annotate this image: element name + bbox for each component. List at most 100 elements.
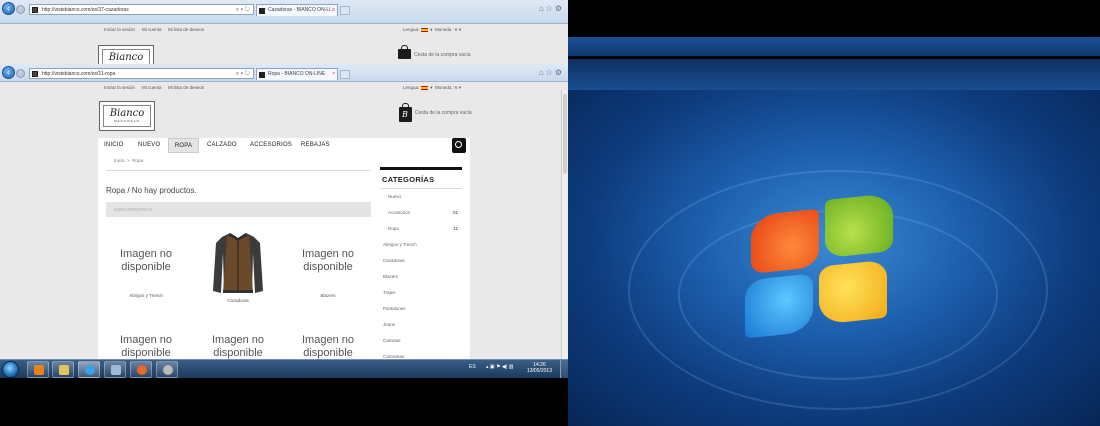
back-cart-label[interactable]: Cesta de la compra vacía bbox=[414, 52, 471, 58]
start-button[interactable] bbox=[2, 361, 19, 378]
menu-accesorios[interactable]: ACCESORIOS bbox=[250, 138, 292, 153]
login-link-front[interactable]: Iniciar la sesión bbox=[104, 85, 135, 90]
sidebar-item-trajes[interactable]: Trajes bbox=[380, 285, 462, 301]
forward-button[interactable]: › bbox=[16, 5, 25, 14]
screen: ‹ › http://vistebianco.com/es/37-cazador… bbox=[0, 0, 1100, 426]
logo-red-pane bbox=[751, 208, 819, 274]
product-card[interactable]: Cazadoras bbox=[198, 229, 278, 303]
logo-brand: Bianco bbox=[109, 108, 145, 119]
sidebar-item-label: Abrigos y Trench bbox=[383, 242, 417, 247]
image-placeholder: Imagen no disponible bbox=[120, 334, 172, 359]
taskbar-ie[interactable] bbox=[78, 361, 100, 378]
breadcrumb-home[interactable]: Inicio bbox=[114, 158, 125, 163]
sidebar-item-cazadoras[interactable]: Cazadoras bbox=[380, 253, 462, 269]
account-link-front[interactable]: Mi cuenta bbox=[142, 85, 162, 90]
folder-icon bbox=[59, 365, 69, 375]
main-menu: INICIO NUEVO ROPA CALZADO ACCESORIOS REB… bbox=[98, 138, 470, 153]
tab-favicon-icon bbox=[259, 8, 265, 14]
taskbar-firefox[interactable] bbox=[130, 361, 152, 378]
tray-icons[interactable]: ▴ ▣ ⚑ ◀) ▥ bbox=[486, 364, 514, 370]
window-strip bbox=[568, 59, 1100, 90]
browser-window-back-page: Iniciar la sesión Mi cuenta Mi lista de … bbox=[0, 24, 568, 64]
taskbar-chrome[interactable] bbox=[156, 361, 178, 378]
language-selector-front[interactable]: Lengua: ▾ Moneda : € ▾ bbox=[403, 85, 461, 91]
address-bar-front[interactable]: http://vistebianco.com/es/11-ropa ⌕ ▾ ↻ bbox=[29, 68, 254, 79]
wishlist-link-front[interactable]: Mi lista de deseos bbox=[168, 85, 204, 90]
home-star-gear-icons[interactable]: ⌂☆⚙ bbox=[539, 4, 564, 13]
search-icon[interactable] bbox=[452, 138, 466, 153]
clock-date: 13/05/2013 bbox=[526, 368, 552, 374]
sidebar-item-label: Pantalones bbox=[383, 306, 406, 311]
page-scrollbar[interactable] bbox=[561, 90, 568, 359]
sidebar-item-label: Accesorios bbox=[388, 210, 411, 215]
product-card[interactable]: Imagen no disponible Blazers bbox=[288, 248, 368, 298]
new-tab-button-front[interactable] bbox=[340, 70, 350, 79]
jacket-image[interactable] bbox=[208, 229, 268, 297]
logo-subtitle: MENSWEAR bbox=[114, 119, 140, 123]
currency-label-front[interactable]: Moneda : € bbox=[435, 85, 458, 90]
sidebar-item-ropa[interactable]: Ropa 11 bbox=[380, 221, 462, 237]
product-name[interactable]: Cazadoras bbox=[198, 298, 278, 303]
search-refresh-icon[interactable]: ⌕ ▾ ↻ bbox=[236, 5, 250, 14]
currency-label[interactable]: Moneda : € bbox=[435, 27, 458, 32]
taskbar-explorer[interactable] bbox=[52, 361, 74, 378]
sidebar-item-nuevo[interactable]: Nuevo bbox=[380, 189, 462, 205]
cart-label[interactable]: Cesta de la compra vacía bbox=[415, 110, 472, 116]
language-indicator[interactable]: ES bbox=[469, 364, 476, 370]
sidebar-item-camisas[interactable]: Camisas bbox=[380, 333, 462, 349]
search-refresh-icon-front[interactable]: ⌕ ▾ ↻ bbox=[236, 69, 250, 78]
login-link[interactable]: Iniciar la sesión bbox=[104, 27, 135, 32]
wishlist-link[interactable]: Mi lista de deseos bbox=[168, 27, 204, 32]
tab-ropa[interactable]: Ropa - BIANCO ON-LINE × bbox=[256, 68, 338, 80]
tab-cazadoras[interactable]: Cazadoras - BIANCO ON-LI... × bbox=[256, 4, 338, 16]
sidebar-item-label: Blazers bbox=[383, 274, 399, 279]
forward-button-front[interactable]: › bbox=[16, 69, 25, 78]
sidebar-item-jeans[interactable]: Jeans bbox=[380, 317, 462, 333]
back-button[interactable]: ‹ bbox=[2, 2, 15, 15]
product-card[interactable]: Imagen no disponible bbox=[106, 334, 186, 360]
address-bar[interactable]: http://vistebianco.com/es/37-cazadoras ⌕… bbox=[29, 4, 254, 15]
desktop-wallpaper bbox=[568, 90, 1100, 426]
sidebar-item-accesorios[interactable]: Accesorios 01 bbox=[380, 205, 462, 221]
tab-close-icon-front[interactable]: × bbox=[332, 69, 335, 80]
account-link[interactable]: Mi cuenta bbox=[142, 27, 162, 32]
logo-green-pane bbox=[825, 192, 893, 259]
sidebar-item-label: Nuevo bbox=[388, 194, 402, 199]
clock[interactable]: 14:26 13/05/2013 bbox=[527, 362, 552, 374]
site-logo[interactable]: Bianco MENSWEAR bbox=[99, 101, 155, 131]
menu-ropa[interactable]: ROPA bbox=[168, 138, 199, 153]
menu-calzado[interactable]: CALZADO bbox=[207, 138, 237, 153]
right-monitor bbox=[568, 0, 1100, 426]
tab-favicon-icon-front bbox=[259, 72, 265, 78]
back-cart-bag-icon[interactable] bbox=[398, 45, 411, 59]
menu-rebajas[interactable]: REBAJAS bbox=[301, 138, 330, 153]
sidebar-item-label: Ropa bbox=[388, 226, 399, 231]
sidebar-item-pantalones[interactable]: Pantalones bbox=[380, 301, 462, 317]
menu-inicio[interactable]: INICIO bbox=[104, 138, 124, 153]
sidebar-item-abrigos[interactable]: Abrigos y Trench bbox=[380, 237, 462, 253]
sidebar-item-blazers[interactable]: Blazers bbox=[380, 269, 462, 285]
language-selector[interactable]: Lengua: ▾ Moneda : € ▾ bbox=[403, 27, 461, 33]
taskbar-window[interactable] bbox=[104, 361, 126, 378]
page-title: Ropa / No hay productos. bbox=[106, 186, 197, 195]
product-name[interactable]: Abrigos y Trench bbox=[106, 293, 186, 298]
new-tab-button[interactable] bbox=[340, 6, 350, 15]
home-star-gear-icons-front[interactable]: ⌂☆⚙ bbox=[539, 68, 564, 77]
favicon-icon bbox=[32, 7, 38, 13]
back-logo[interactable]: Bianco bbox=[98, 45, 154, 64]
back-button-front[interactable]: ‹ bbox=[2, 66, 15, 79]
product-card[interactable]: Imagen no disponible Abrigos y Trench bbox=[106, 248, 186, 298]
menu-nuevo[interactable]: NUEVO bbox=[138, 138, 160, 153]
left-monitor: ‹ › http://vistebianco.com/es/37-cazador… bbox=[0, 0, 568, 378]
taskbar-media-player[interactable] bbox=[27, 361, 49, 378]
show-desktop-button[interactable] bbox=[560, 360, 568, 378]
scrollbar-thumb[interactable] bbox=[563, 94, 567, 174]
subcategories-bar: SUBCATEGORÍAS bbox=[106, 202, 371, 217]
product-card[interactable]: Imagen no disponible bbox=[288, 334, 368, 360]
tab-title-front: Ropa - BIANCO ON-LINE bbox=[268, 71, 326, 77]
product-name[interactable]: Blazers bbox=[288, 293, 368, 298]
cart-bag-icon[interactable]: B bbox=[399, 103, 412, 122]
divider bbox=[106, 170, 371, 171]
tab-close-icon[interactable]: × bbox=[332, 5, 335, 16]
product-card[interactable]: Imagen no disponible bbox=[198, 334, 278, 360]
